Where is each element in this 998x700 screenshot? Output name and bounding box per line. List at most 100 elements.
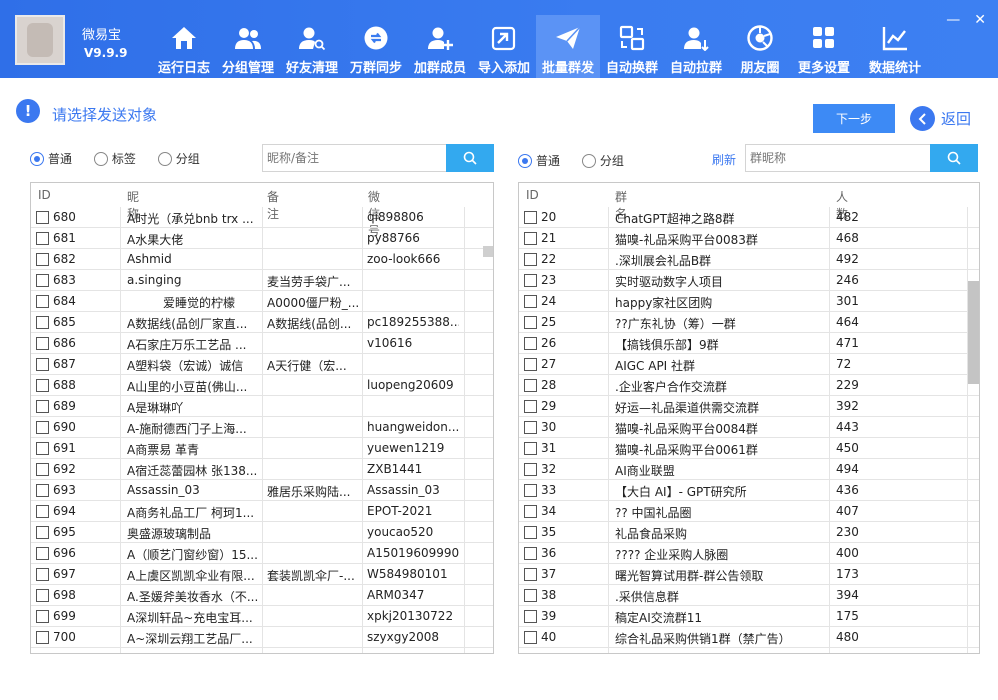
nav-chart[interactable]: 数据统计 [856,15,934,78]
table-row[interactable]: 29 好运—礼品渠道供需交流群 392 [519,396,979,417]
next-step-button[interactable]: 下一步 [813,104,895,133]
group-search-input[interactable] [745,144,930,172]
table-row[interactable]: 686 A石家庄万乐工艺品 ... v10616 [31,333,493,354]
nav-user-add[interactable]: 加群成员 [408,15,472,78]
row-checkbox[interactable] [36,526,49,539]
radio-group-normal[interactable]: 普通 [518,152,560,169]
row-checkbox[interactable] [36,274,49,287]
nav-user-pull[interactable]: 自动拉群 [664,15,728,78]
table-row[interactable]: 30 猫嗅-礼品采购平台0084群 443 [519,417,979,438]
table-row[interactable]: 688 A山里的小豆苗(佛山... luopeng20609 [31,375,493,396]
table-row[interactable]: 37 曙光智算试用群-群公告领取 173 [519,564,979,585]
row-checkbox[interactable] [524,526,537,539]
avatar[interactable] [15,15,65,65]
row-checkbox[interactable] [524,295,537,308]
row-checkbox[interactable] [36,253,49,266]
friend-table-scrollbar[interactable] [483,246,493,257]
table-row[interactable]: 698 A.圣媛斧美妆香水（不... ARM0347 [31,585,493,606]
table-row[interactable]: 696 A（顺艺门窗纱窗）15... A15019609990 [31,543,493,564]
row-checkbox[interactable] [524,232,537,245]
table-row[interactable]: 39 稿定AI交流群11 175 [519,606,979,627]
nav-user-search[interactable]: 好友清理 [280,15,344,78]
radio-normal[interactable]: 普通 [30,150,72,167]
row-checkbox[interactable] [524,274,537,287]
row-checkbox[interactable] [524,631,537,644]
minimize-icon[interactable]: — [946,12,960,28]
row-checkbox[interactable] [524,253,537,266]
table-row[interactable]: 683 a.singing 麦当劳手袋广... [31,270,493,291]
row-checkbox[interactable] [524,316,537,329]
table-row[interactable]: 681 A水果大佬 py88766 [31,228,493,249]
refresh-link[interactable]: 刷新 [712,151,736,168]
row-checkbox[interactable] [524,337,537,350]
nav-sync[interactable]: 万群同步 [344,15,408,78]
row-checkbox[interactable] [524,484,537,497]
back-button[interactable]: 返回 [910,106,971,131]
row-checkbox[interactable] [36,442,49,455]
row-checkbox[interactable] [524,547,537,560]
group-search-button[interactable] [930,144,978,172]
row-checkbox[interactable] [36,589,49,602]
col-group-id[interactable]: ID [526,188,539,202]
row-checkbox[interactable] [36,400,49,413]
row-checkbox[interactable] [36,568,49,581]
col-id[interactable]: ID [38,188,51,202]
nav-home[interactable]: 运行日志 [152,15,216,78]
table-row[interactable]: 33 【大白 AI】- GPT研究所 436 [519,480,979,501]
radio-tag[interactable]: 标签 [93,150,136,167]
row-checkbox[interactable] [36,631,49,644]
table-row[interactable]: 21 猫嗅-礼品采购平台0083群 468 [519,228,979,249]
row-checkbox[interactable] [524,421,537,434]
table-row[interactable]: 36 ???? 企业采购人脉圈 400 [519,543,979,564]
table-row[interactable]: 682 Ashmid zoo-look666 [31,249,493,270]
row-checkbox[interactable] [36,421,49,434]
row-checkbox[interactable] [36,337,49,350]
table-row[interactable]: 684 爱睡觉的柠檬 A0000僵尸粉_... [31,291,493,312]
row-checkbox[interactable] [36,379,49,392]
table-row[interactable]: 689 A是琳琳吖 [31,396,493,417]
table-row[interactable]: 22 .深圳展会礼品B群 492 [519,249,979,270]
radio-group-category[interactable]: 分组 [581,152,624,169]
friend-search-button[interactable] [446,144,494,172]
row-checkbox[interactable] [36,232,49,245]
table-row[interactable]: 28 .企业客户合作交流群 229 [519,375,979,396]
table-row[interactable]: 685 A数据线(品创厂家直... A数据线(品创... pc189255388... [31,312,493,333]
table-row[interactable]: 699 A深圳轩品~充电宝耳... xpkj20130722 [31,606,493,627]
table-row[interactable]: 680 A时光（承兑bnb trx ... qi898806 [31,207,493,228]
row-checkbox[interactable] [36,316,49,329]
row-checkbox[interactable] [36,295,49,308]
table-row[interactable]: 25 ??广东礼协（筹）一群 464 [519,312,979,333]
table-row[interactable]: 35 礼品食品采购 230 [519,522,979,543]
row-checkbox[interactable] [524,505,537,518]
table-row[interactable]: 690 A-施耐德西门子上海... huangweidon... [31,417,493,438]
table-row[interactable]: 695 奥盛源玻璃制品 youcao520 [31,522,493,543]
table-row[interactable]: 24 happy家社区团购 301 [519,291,979,312]
row-checkbox[interactable] [524,568,537,581]
table-row[interactable]: 26 【搞钱俱乐部】9群 471 [519,333,979,354]
row-checkbox[interactable] [36,505,49,518]
table-row[interactable]: 27 AIGC API 社群 72 [519,354,979,375]
row-checkbox[interactable] [524,463,537,476]
row-checkbox[interactable] [36,547,49,560]
row-checkbox[interactable] [36,610,49,623]
row-checkbox[interactable] [524,610,537,623]
close-icon[interactable]: ✕ [974,12,986,28]
row-checkbox[interactable] [36,463,49,476]
friend-search-input[interactable] [262,144,446,172]
row-checkbox[interactable] [524,589,537,602]
table-row[interactable]: 691 A商票易 革青 yuewen1219 [31,438,493,459]
row-checkbox[interactable] [524,442,537,455]
row-checkbox[interactable] [524,358,537,371]
table-row[interactable]: 687 A塑料袋（宏诚）诚信 A天行健（宏... [31,354,493,375]
row-checkbox[interactable] [36,484,49,497]
table-row[interactable]: 693 Assassin_03 雅居乐采购陆... Assassin_03 [31,480,493,501]
group-table-scrollbar[interactable] [968,281,979,384]
table-row[interactable]: 31 猫嗅-礼品采购平台0061群 450 [519,438,979,459]
row-checkbox[interactable] [36,358,49,371]
table-row[interactable]: 32 AI商业联盟 494 [519,459,979,480]
table-row[interactable]: 40 综合礼品采购供销1群（禁广告） 480 [519,627,979,648]
nav-grid[interactable]: 更多设置 [792,15,856,78]
row-checkbox[interactable] [36,211,49,224]
nav-switch[interactable]: 自动换群 [600,15,664,78]
table-row[interactable]: 38 .采供信息群 394 [519,585,979,606]
